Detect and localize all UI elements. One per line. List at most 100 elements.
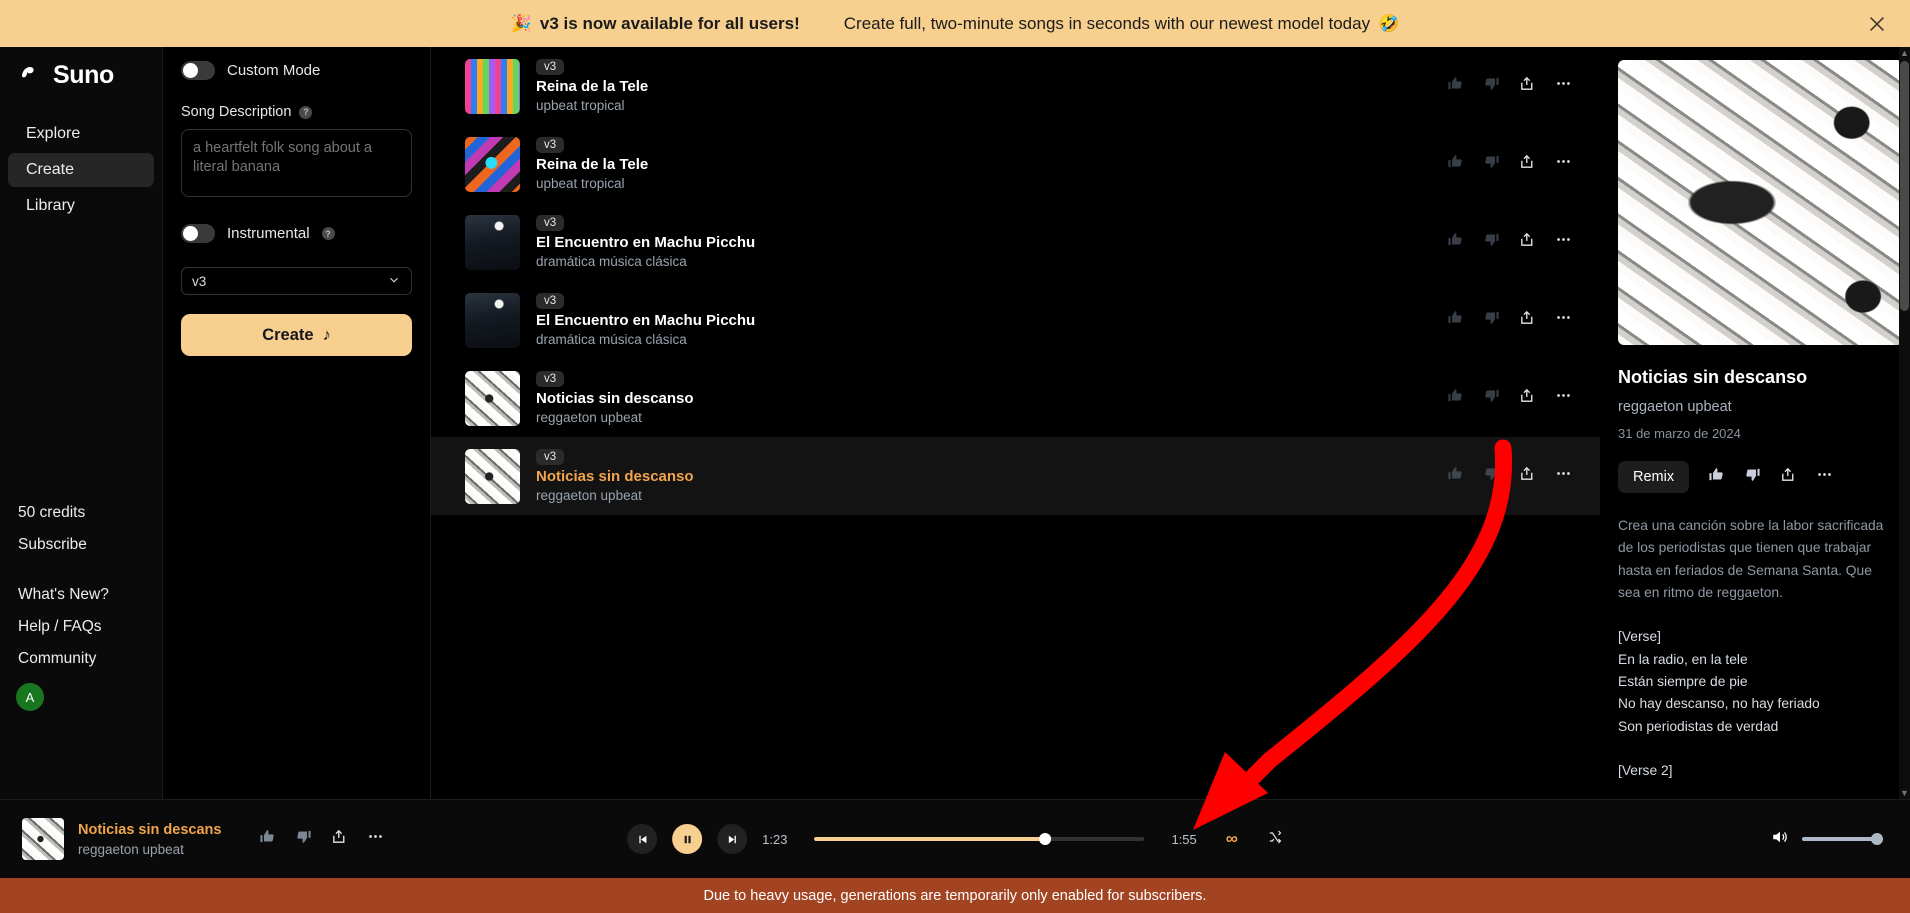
help-icon[interactable]: ?	[321, 227, 335, 240]
thumbs-down-icon[interactable]	[1483, 465, 1500, 487]
track-row[interactable]: v3 El Encuentro en Machu Picchu dramátic…	[431, 281, 1600, 359]
track-row[interactable]: v3 Reina de la Tele upbeat tropical	[431, 125, 1600, 203]
track-row[interactable]: v3 El Encuentro en Machu Picchu dramátic…	[431, 203, 1600, 281]
share-icon[interactable]	[331, 828, 348, 850]
track-actions	[1447, 231, 1572, 253]
progress-knob[interactable]	[1039, 833, 1052, 845]
pause-icon[interactable]	[672, 824, 703, 854]
chevron-down-icon	[387, 273, 401, 290]
version-badge: v3	[536, 215, 565, 232]
thumbs-up-icon[interactable]	[1447, 387, 1464, 409]
close-icon[interactable]	[1866, 13, 1888, 35]
volume-slider[interactable]	[1802, 833, 1883, 845]
shuffle-icon[interactable]	[1267, 829, 1283, 850]
thumbs-up-icon[interactable]	[1447, 231, 1464, 253]
more-icon[interactable]	[1555, 153, 1572, 175]
instrumental-toggle[interactable]	[181, 224, 215, 243]
share-icon[interactable]	[1519, 387, 1536, 409]
current-time: 1:23	[762, 831, 788, 847]
share-icon[interactable]	[1519, 75, 1536, 97]
player-track-title: Noticias sin descans	[78, 821, 222, 838]
sidebar-item-explore[interactable]: Explore	[8, 117, 154, 151]
detail-style: reggaeton upbeat	[1618, 399, 1732, 415]
share-icon[interactable]	[1519, 309, 1536, 331]
thumbs-up-icon[interactable]	[1447, 309, 1464, 331]
banner-headline: 🎉 v3 is now available for all users!	[511, 14, 800, 34]
more-icon[interactable]	[1555, 387, 1572, 409]
create-button-label: Create	[262, 325, 314, 344]
version-badge: v3	[536, 449, 565, 466]
brand-logo[interactable]: Suno	[0, 61, 162, 90]
suno-logo-icon	[18, 62, 44, 89]
share-icon[interactable]	[1519, 153, 1536, 175]
community-link[interactable]: Community	[0, 643, 162, 675]
create-button[interactable]: Create ♪	[181, 314, 412, 356]
more-icon[interactable]	[1555, 465, 1572, 487]
skip-previous-icon[interactable]	[627, 824, 658, 854]
custom-mode-row: Custom Mode	[181, 61, 412, 80]
track-info: v3 El Encuentro en Machu Picchu dramátic…	[536, 213, 1447, 270]
custom-mode-toggle[interactable]	[181, 61, 215, 80]
track-artwork	[465, 58, 520, 114]
more-icon[interactable]	[1816, 466, 1833, 488]
track-info: v3 Noticias sin descanso reggaeton upbea…	[536, 447, 1447, 504]
progress-slider[interactable]	[814, 833, 1145, 845]
thumbs-down-icon[interactable]	[1483, 75, 1500, 97]
more-icon[interactable]	[1555, 75, 1572, 97]
help-icon[interactable]: ?	[299, 105, 313, 119]
share-icon[interactable]	[1519, 465, 1536, 487]
track-title: Noticias sin descanso	[536, 390, 694, 408]
track-row[interactable]: v3 Reina de la Tele upbeat tropical	[431, 47, 1600, 125]
song-description-label: Song Description	[181, 104, 292, 120]
help-faqs-link[interactable]: Help / FAQs	[0, 611, 162, 643]
track-row[interactable]: v3 Noticias sin descanso reggaeton upbea…	[431, 437, 1600, 515]
thumbs-down-icon[interactable]	[1483, 309, 1500, 331]
track-list: v3 Reina de la Tele upbeat tropical v3 R…	[431, 47, 1600, 799]
more-icon[interactable]	[1555, 231, 1572, 253]
model-select[interactable]: v3	[181, 267, 412, 295]
share-icon[interactable]	[1780, 466, 1797, 488]
volume-icon[interactable]	[1771, 828, 1789, 851]
scroll-down-arrow[interactable]: ▼	[1899, 787, 1910, 799]
detail-lyrics: [Verse] En la radio, en la tele Están si…	[1618, 629, 1820, 779]
thumbs-up-icon[interactable]	[1447, 75, 1464, 97]
whats-new-link[interactable]: What's New?	[0, 579, 162, 611]
thumbs-up-icon[interactable]	[1447, 465, 1464, 487]
thumbs-down-icon[interactable]	[1483, 231, 1500, 253]
more-icon[interactable]	[1555, 309, 1572, 331]
thumbs-down-icon[interactable]	[1744, 466, 1761, 488]
track-style: reggaeton upbeat	[536, 488, 642, 504]
sidebar-item-create[interactable]: Create	[8, 153, 154, 187]
song-description-input[interactable]	[181, 129, 412, 197]
thumbs-down-icon[interactable]	[1483, 387, 1500, 409]
page-scrollbar-thumb[interactable]	[1900, 61, 1909, 311]
track-actions	[1447, 75, 1572, 97]
player-bar: Noticias sin descans reggaeton upbeat 1:…	[0, 799, 1910, 878]
app-shell: Suno Explore Create Library 50 credits S…	[0, 47, 1910, 799]
sidebar-item-library[interactable]: Library	[8, 189, 154, 223]
more-icon[interactable]	[367, 828, 384, 850]
avatar[interactable]: A	[16, 683, 44, 711]
player-volume	[1771, 828, 1883, 851]
scroll-up-arrow[interactable]: ▲	[1899, 47, 1910, 59]
track-info: v3 El Encuentro en Machu Picchu dramátic…	[536, 291, 1447, 348]
thumbs-up-icon[interactable]	[1447, 153, 1464, 175]
track-actions	[1447, 387, 1572, 409]
thumbs-up-icon[interactable]	[259, 828, 276, 850]
thumbs-up-icon[interactable]	[1708, 466, 1725, 488]
share-icon[interactable]	[1519, 231, 1536, 253]
track-actions	[1447, 465, 1572, 487]
player-track-actions	[259, 828, 384, 850]
page-scrollbar[interactable]: ▲ ▼	[1899, 47, 1910, 799]
volume-knob[interactable]	[1871, 833, 1883, 845]
subscribe-link[interactable]: Subscribe	[0, 529, 162, 561]
track-style: dramática música clásica	[536, 254, 687, 270]
version-badge: v3	[536, 59, 565, 76]
remix-button[interactable]: Remix	[1618, 461, 1690, 493]
announcement-banner: 🎉 v3 is now available for all users! Cre…	[0, 0, 1910, 47]
skip-next-icon[interactable]	[717, 824, 748, 854]
thumbs-down-icon[interactable]	[1483, 153, 1500, 175]
thumbs-down-icon[interactable]	[295, 828, 312, 850]
infinity-icon[interactable]: ∞	[1226, 829, 1238, 849]
track-row[interactable]: v3 Noticias sin descanso reggaeton upbea…	[431, 359, 1600, 437]
